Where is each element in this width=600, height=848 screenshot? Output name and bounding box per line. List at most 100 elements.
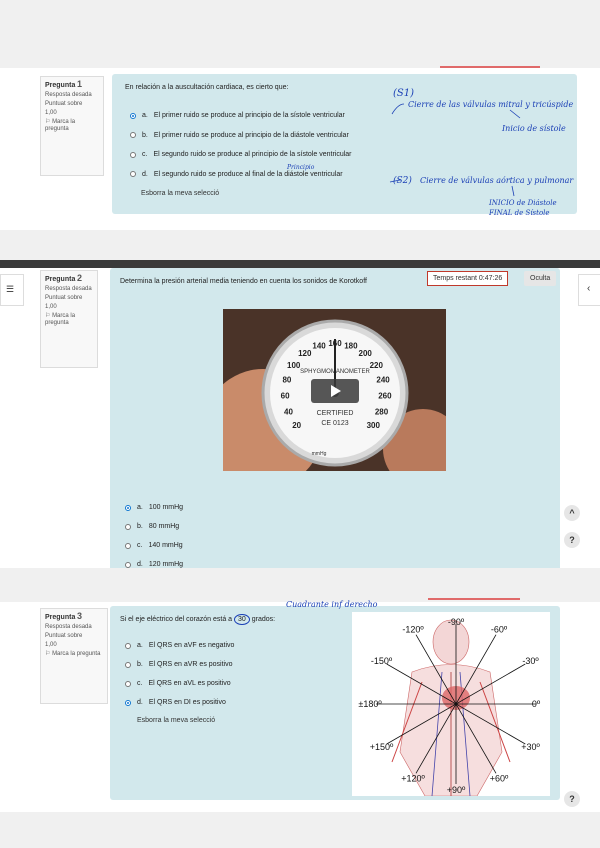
hide-timer-button[interactable]: Oculta (524, 271, 557, 286)
question-3-text-pre: Si el eje eléctrico del corazón está a (120, 616, 233, 623)
question-status: Resposta desada (45, 286, 92, 292)
help-icon: ? (569, 535, 575, 545)
gauge-tick-label: 40 (284, 407, 293, 416)
score-label: Puntuat sobre (45, 295, 83, 301)
option-letter: a. (137, 642, 143, 649)
option-letter: c. (137, 542, 143, 549)
option-text: El QRS en aVL es positivo (148, 680, 231, 687)
option-text: 140 mmHg (148, 542, 183, 549)
radio-button[interactable] (125, 642, 131, 649)
gap-strip-1 (0, 230, 600, 260)
gauge-certified: CERTIFIED (317, 410, 354, 417)
accent-line-2 (428, 598, 520, 600)
option-text: El QRS en DI es positivo (148, 699, 226, 706)
bottom-strip (0, 812, 600, 848)
gap-strip-2 (0, 568, 600, 602)
axis-angle-label: +90º (447, 785, 466, 795)
score-value: 1,00 (45, 642, 57, 648)
option-letter: b. (137, 523, 143, 530)
axis-angle-label: -30º (522, 656, 539, 666)
gauge-tick-label: 120 (298, 349, 312, 358)
question-3-text: Si el eje eléctrico del corazón está a 3… (120, 614, 276, 625)
option-letter: a. (137, 504, 143, 511)
axis-angle-label: -90º (448, 617, 465, 627)
nav-drawer-toggle[interactable]: ☰ (0, 274, 24, 306)
flag-label: Marca la pregunta (45, 313, 76, 326)
gauge-tick-label: 140 (312, 342, 326, 351)
question-label: Pregunta (45, 276, 76, 283)
flag-icon: ⚐ (45, 313, 51, 319)
browser-toolbar (0, 260, 600, 268)
question-number: 3 (77, 611, 83, 621)
option-text: 120 mmHg (148, 561, 184, 568)
axis-angle-label: +120º (401, 774, 425, 784)
help-button-bottom[interactable]: ? (564, 791, 580, 807)
flag-question[interactable]: ⚐ Marca la pregunta (45, 313, 93, 327)
radio-button[interactable] (125, 504, 131, 511)
help-button[interactable]: ? (564, 532, 580, 548)
gauge-tick-label: 180 (344, 342, 358, 351)
question-3-value: 30 (234, 614, 250, 625)
flag-label: Marca la pregunta (52, 651, 101, 657)
answer-option[interactable]: c. 140 mmHg (125, 542, 183, 549)
radio-button[interactable] (125, 699, 131, 706)
score-value: 1,00 (45, 304, 57, 310)
axis-angle-label: 0º (532, 699, 541, 709)
option-text: 100 mmHg (148, 504, 184, 511)
scroll-up-button[interactable]: ^ (564, 505, 580, 521)
hexaxial-reference-diagram: -90º -120º -60º -150º -30º ±180º 0º +150º +30º +1… (352, 612, 550, 796)
handwritten-arrows (389, 103, 521, 197)
radio-button[interactable] (125, 661, 131, 668)
answer-option[interactable]: c. El QRS en aVL es positivo (125, 680, 231, 687)
axis-angle-label: +60º (490, 774, 509, 784)
axis-angle-label: -150º (371, 656, 393, 666)
gauge-tick-label: 200 (359, 349, 373, 358)
chevron-up-icon: ^ (569, 508, 575, 518)
question-2-info: Pregunta 2 Resposta desada Puntuat sobre… (40, 270, 98, 368)
handwritten-quadrant-note: Cuadrante inf derecho (286, 600, 378, 609)
radio-button[interactable] (125, 561, 131, 568)
answer-option[interactable]: d. 120 mmHg (125, 561, 183, 568)
option-letter: b. (137, 661, 143, 668)
answer-option[interactable]: d. El QRS en DI es positivo (125, 699, 226, 706)
gauge-tick-label: 220 (370, 361, 384, 370)
axis-angle-label: +150º (370, 742, 394, 752)
answer-option[interactable]: a. El QRS en aVF es negativo (125, 642, 234, 649)
question-3-info: Pregunta 3 Resposta desada Puntuat sobre… (40, 608, 108, 704)
option-text: 80 mmHg (148, 523, 180, 530)
answer-option[interactable]: a. 100 mmHg (125, 504, 183, 511)
chevron-left-icon: ‹ (587, 283, 591, 294)
option-letter: d. (137, 561, 143, 568)
answer-option[interactable]: b. El QRS en aVR es positivo (125, 661, 233, 668)
option-text: El QRS en aVR es positivo (148, 661, 233, 668)
radio-button[interactable] (125, 680, 131, 687)
menu-list-icon: ☰ (6, 284, 15, 294)
gauge-tick-label: 60 (281, 392, 290, 401)
time-remaining: Temps restant 0:47:26 (427, 271, 509, 286)
radio-button[interactable] (125, 523, 131, 530)
question-number: 2 (77, 273, 83, 283)
answer-option[interactable]: b. 80 mmHg (125, 523, 179, 530)
gauge-tick-label: 100 (287, 361, 301, 370)
question-status: Resposta desada (45, 624, 92, 630)
flag-icon: ⚐ (45, 651, 51, 657)
option-letter: d. (137, 699, 143, 706)
axis-angle-label: ±180º (358, 699, 382, 709)
flag-question[interactable]: ⚐ Marca la pregunta (45, 651, 103, 658)
question-3-text-post: grados: (251, 616, 276, 623)
sphygmomanometer-video[interactable]: 2040608010012014016018020022024026028030… (223, 309, 446, 471)
clear-selection-link[interactable]: Esborra la meva selecció (137, 717, 215, 724)
gauge-tick-label: 280 (375, 407, 389, 416)
gauge-tick-label: 240 (376, 376, 390, 385)
option-text: El QRS en aVF es negativo (148, 642, 235, 649)
axis-angle-label: -60º (491, 625, 508, 635)
gauge-tick-label: 80 (282, 376, 291, 385)
gauge-tick-label: 20 (292, 421, 301, 430)
block-drawer-toggle[interactable]: ‹ (578, 274, 600, 306)
radio-button[interactable] (125, 542, 131, 549)
gauge-tick-label: 260 (378, 392, 392, 401)
gauge-ce-mark: CE 0123 (321, 420, 348, 427)
score-label: Puntuat sobre (45, 633, 83, 639)
help-icon: ? (569, 794, 575, 804)
question-2-text: Determina la presión arterial media teni… (120, 278, 367, 285)
